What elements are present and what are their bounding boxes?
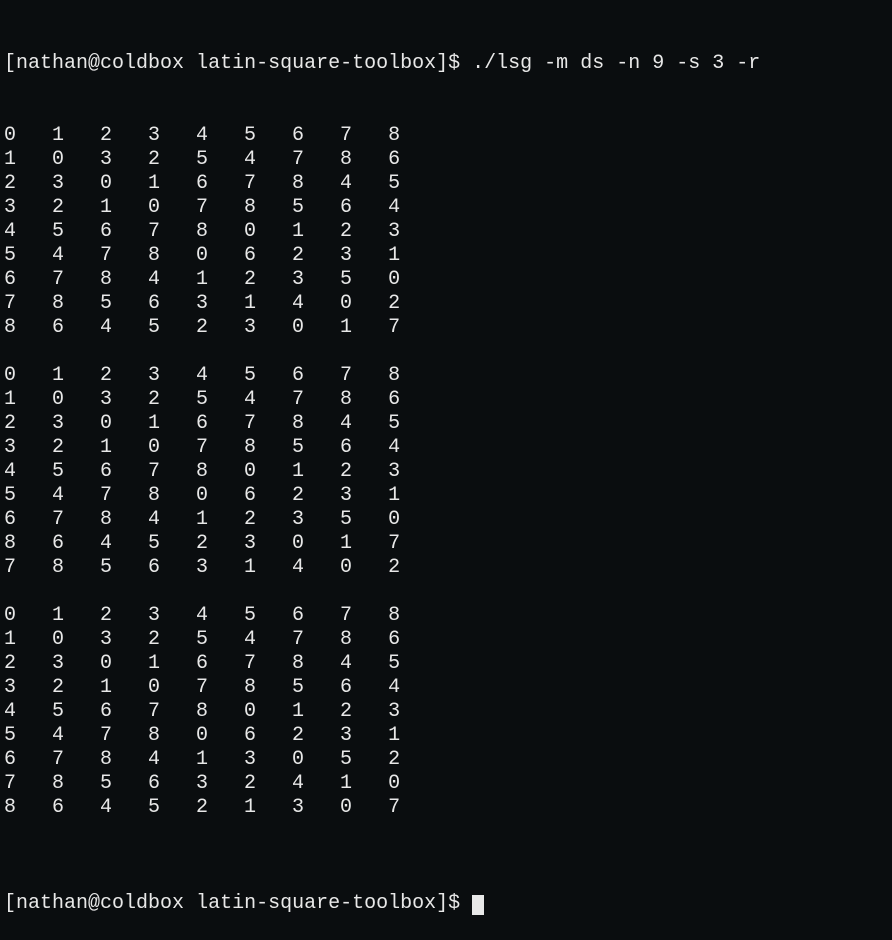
command-text: ./lsg -m ds -n 9 -s 3 -r xyxy=(472,52,760,75)
prompt-symbol: $ xyxy=(448,52,460,75)
square-row: 6 7 8 4 1 2 3 5 0 xyxy=(4,508,888,532)
square-row: 5 4 7 8 0 6 2 3 1 xyxy=(4,244,888,268)
square-row: 3 2 1 0 7 8 5 6 4 xyxy=(4,196,888,220)
prompt-symbol: $ xyxy=(448,892,460,915)
prompt-user: nathan xyxy=(16,892,88,915)
square-row: 2 3 0 1 6 7 8 4 5 xyxy=(4,412,888,436)
output-squares: 0 1 2 3 4 5 6 7 81 0 3 2 5 4 7 8 62 3 0 … xyxy=(4,124,888,820)
prompt-at: @ xyxy=(88,892,100,915)
terminal[interactable]: [nathan@coldbox latin-square-toolbox]$ .… xyxy=(4,4,888,940)
prompt-space2 xyxy=(460,892,472,915)
square-row: 1 0 3 2 5 4 7 8 6 xyxy=(4,148,888,172)
prompt-open: [ xyxy=(4,892,16,915)
latin-square-1: 0 1 2 3 4 5 6 7 81 0 3 2 5 4 7 8 62 3 0 … xyxy=(4,364,888,580)
prompt-open: [ xyxy=(4,52,16,75)
square-row: 8 6 4 5 2 3 0 1 7 xyxy=(4,316,888,340)
prompt-close: ] xyxy=(436,892,448,915)
square-row: 7 8 5 6 3 1 4 0 2 xyxy=(4,292,888,316)
square-row: 6 7 8 4 1 2 3 5 0 xyxy=(4,268,888,292)
square-row: 5 4 7 8 0 6 2 3 1 xyxy=(4,484,888,508)
prompt-line-1: [nathan@coldbox latin-square-toolbox]$ .… xyxy=(4,52,888,76)
square-row: 4 5 6 7 8 0 1 2 3 xyxy=(4,700,888,724)
square-row: 0 1 2 3 4 5 6 7 8 xyxy=(4,604,888,628)
square-row: 4 5 6 7 8 0 1 2 3 xyxy=(4,220,888,244)
square-row: 5 4 7 8 0 6 2 3 1 xyxy=(4,724,888,748)
square-row: 0 1 2 3 4 5 6 7 8 xyxy=(4,364,888,388)
square-row: 2 3 0 1 6 7 8 4 5 xyxy=(4,172,888,196)
square-row: 7 8 5 6 3 2 4 1 0 xyxy=(4,772,888,796)
prompt-dir: latin-square-toolbox xyxy=(196,52,436,75)
prompt-host: coldbox xyxy=(100,52,184,75)
cursor[interactable] xyxy=(472,895,484,915)
square-row: 4 5 6 7 8 0 1 2 3 xyxy=(4,460,888,484)
prompt-at: @ xyxy=(88,52,100,75)
square-row: 3 2 1 0 7 8 5 6 4 xyxy=(4,676,888,700)
prompt-space2 xyxy=(460,52,472,75)
prompt-host: coldbox xyxy=(100,892,184,915)
latin-square-0: 0 1 2 3 4 5 6 7 81 0 3 2 5 4 7 8 62 3 0 … xyxy=(4,124,888,340)
prompt-user: nathan xyxy=(16,52,88,75)
square-row: 8 6 4 5 2 1 3 0 7 xyxy=(4,796,888,820)
square-row: 8 6 4 5 2 3 0 1 7 xyxy=(4,532,888,556)
square-row: 1 0 3 2 5 4 7 8 6 xyxy=(4,388,888,412)
square-row: 1 0 3 2 5 4 7 8 6 xyxy=(4,628,888,652)
square-row: 0 1 2 3 4 5 6 7 8 xyxy=(4,124,888,148)
prompt-close: ] xyxy=(436,52,448,75)
square-row: 3 2 1 0 7 8 5 6 4 xyxy=(4,436,888,460)
prompt-line-2: [nathan@coldbox latin-square-toolbox]$ xyxy=(4,892,888,916)
latin-square-2: 0 1 2 3 4 5 6 7 81 0 3 2 5 4 7 8 62 3 0 … xyxy=(4,604,888,820)
square-row: 7 8 5 6 3 1 4 0 2 xyxy=(4,556,888,580)
square-row: 2 3 0 1 6 7 8 4 5 xyxy=(4,652,888,676)
prompt-space xyxy=(184,52,196,75)
prompt-space xyxy=(184,892,196,915)
prompt-dir: latin-square-toolbox xyxy=(196,892,436,915)
square-row: 6 7 8 4 1 3 0 5 2 xyxy=(4,748,888,772)
